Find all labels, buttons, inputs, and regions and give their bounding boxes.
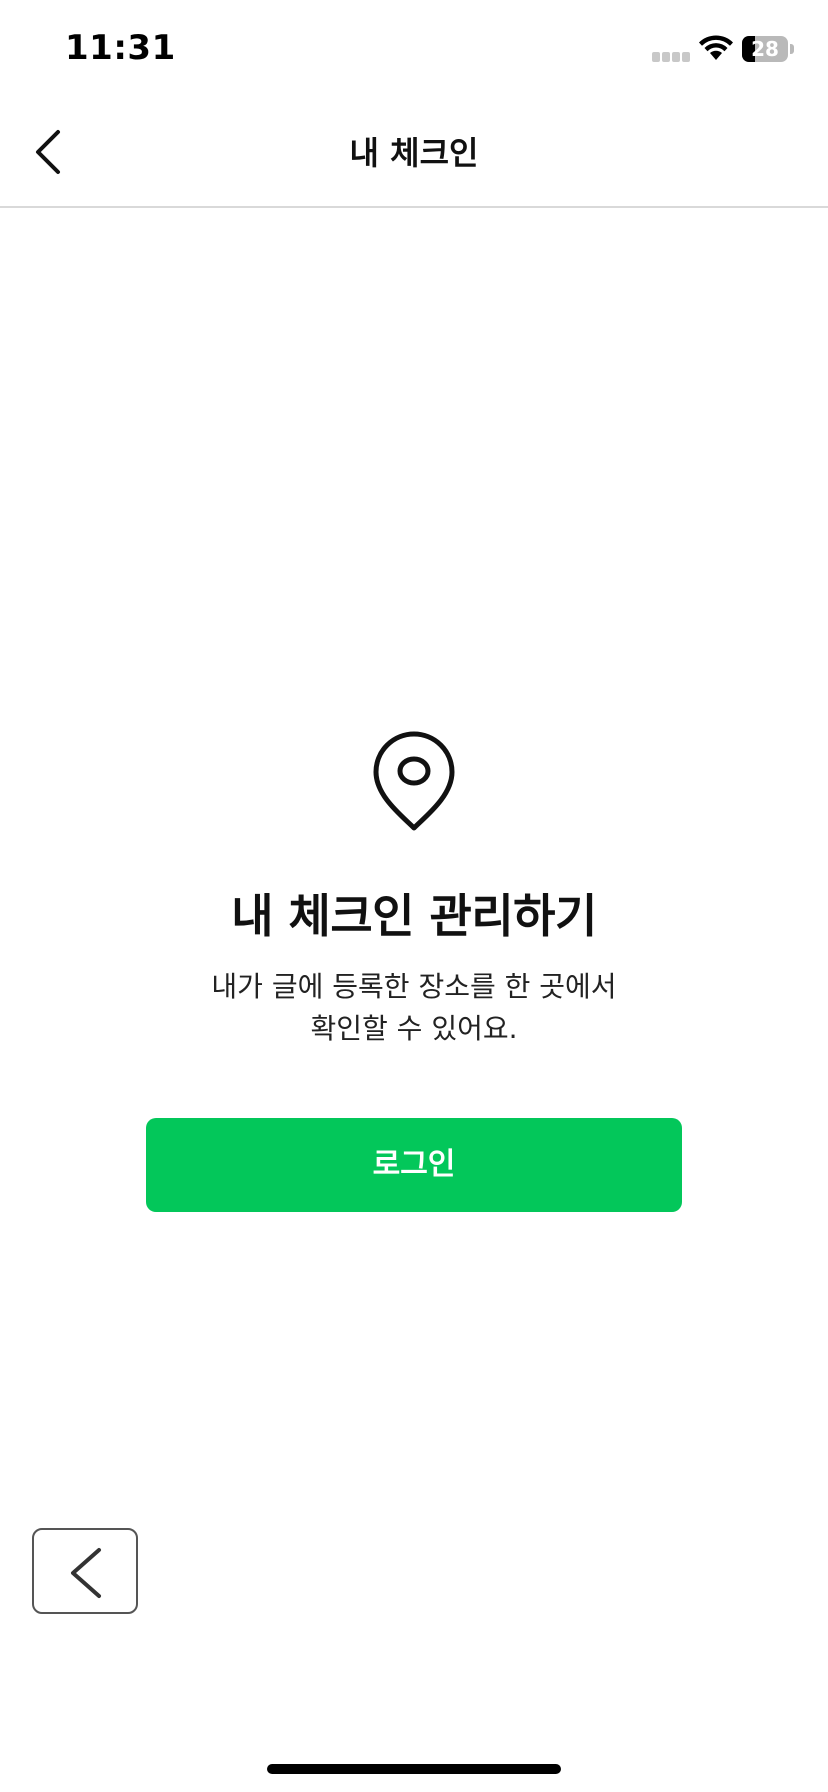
chevron-left-icon <box>71 1548 101 1598</box>
battery-icon: 28 <box>742 36 788 62</box>
map-pin-icon <box>373 731 455 831</box>
navigation-bar: 내 체크인 <box>0 100 828 208</box>
status-time: 11:31 <box>65 28 176 68</box>
empty-state-description-line: 확인할 수 있어요. <box>310 1012 518 1045</box>
battery-percent: 28 <box>751 37 779 61</box>
battery-cap <box>790 44 794 54</box>
status-bar: 11:31 28 <box>0 0 828 100</box>
page-title: 내 체크인 <box>349 134 479 172</box>
empty-state-description: 내가 글에 등록한 장소를 한 곳에서 확인할 수 있어요. <box>0 966 828 1050</box>
check-in-screen: 11:31 28 내 체크인 내 체크인 관리하기 내가 글에 등록한 장소를 … <box>0 0 828 1792</box>
empty-state-title: 내 체크인 관리하기 <box>231 889 597 943</box>
empty-state: 내 체크인 관리하기 내가 글에 등록한 장소를 한 곳에서 확인할 수 있어요… <box>0 730 828 1050</box>
signal-icon <box>652 52 692 62</box>
floating-back-button[interactable] <box>32 1528 138 1614</box>
wifi-icon <box>699 35 733 60</box>
empty-state-description-line: 내가 글에 등록한 장소를 한 곳에서 <box>211 970 617 1003</box>
login-button[interactable]: 로그인 <box>146 1118 682 1212</box>
home-indicator <box>267 1764 561 1774</box>
